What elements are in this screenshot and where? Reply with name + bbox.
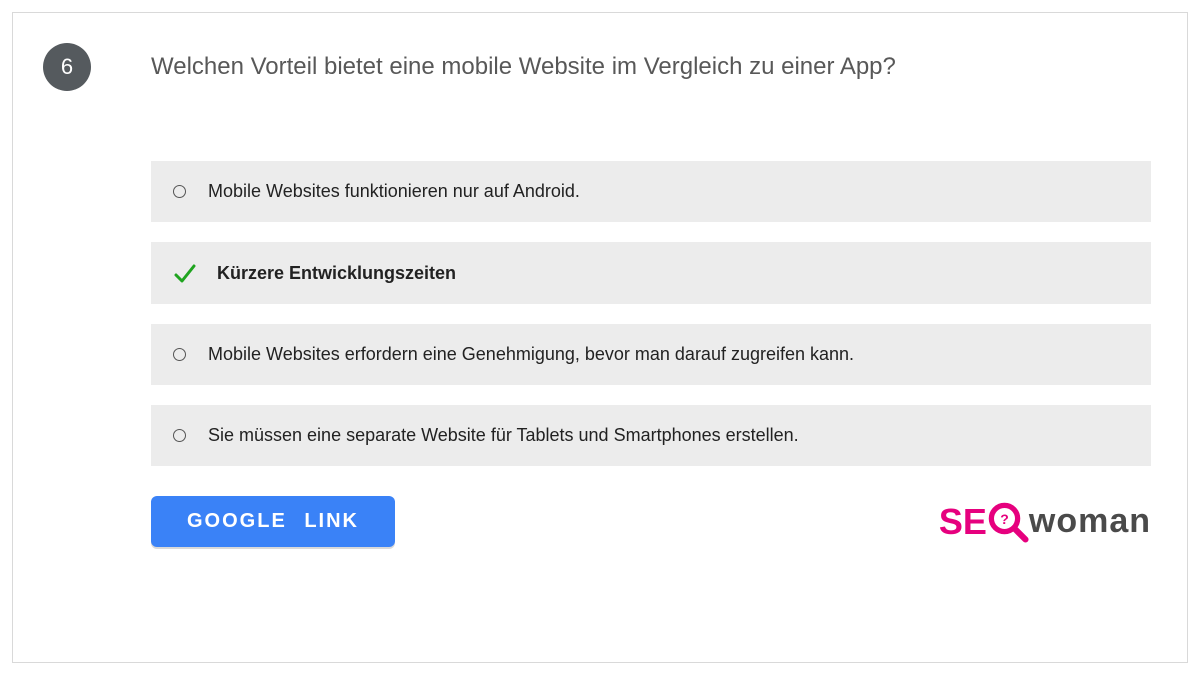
- check-icon: [173, 262, 195, 284]
- magnifier-icon: ?: [987, 501, 1029, 543]
- answer-option[interactable]: Mobile Websites erfordern eine Genehmigu…: [151, 324, 1151, 385]
- answer-label: Mobile Websites funktionieren nur auf An…: [208, 181, 580, 202]
- answer-label: Kürzere Entwicklungszeiten: [217, 263, 456, 284]
- logo-text-se: SE: [939, 501, 987, 543]
- svg-text:?: ?: [1000, 510, 1009, 526]
- answer-option[interactable]: Sie müssen eine separate Website für Tab…: [151, 405, 1151, 466]
- answer-label: Sie müssen eine separate Website für Tab…: [208, 425, 799, 446]
- question-text: Welchen Vorteil bietet eine mobile Websi…: [151, 43, 896, 82]
- quiz-card: 6 Welchen Vorteil bietet eine mobile Web…: [12, 12, 1188, 663]
- answer-label: Mobile Websites erfordern eine Genehmigu…: [208, 344, 854, 365]
- logo-text-woman: woman: [1029, 502, 1151, 541]
- footer: GOOGLE LINK SE ? woman: [151, 496, 1151, 547]
- question-header: 6 Welchen Vorteil bietet eine mobile Web…: [43, 43, 1157, 91]
- answer-list: Mobile Websites funktionieren nur auf An…: [151, 161, 1151, 466]
- answer-option[interactable]: Kürzere Entwicklungszeiten: [151, 242, 1151, 304]
- answer-option[interactable]: Mobile Websites funktionieren nur auf An…: [151, 161, 1151, 222]
- google-link-button[interactable]: GOOGLE LINK: [151, 496, 395, 547]
- seowoman-logo: SE ? woman: [939, 501, 1151, 543]
- radio-icon: [173, 429, 186, 442]
- radio-icon: [173, 348, 186, 361]
- radio-icon: [173, 185, 186, 198]
- question-number-badge: 6: [43, 43, 91, 91]
